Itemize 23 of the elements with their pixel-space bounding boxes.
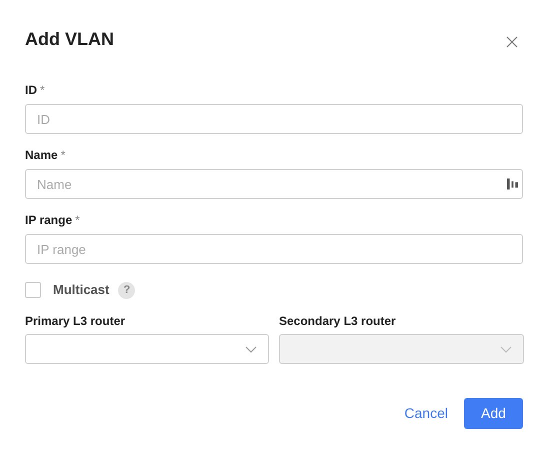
select-label: Primary L3 router [25, 314, 126, 328]
select-label: Secondary L3 router [279, 314, 397, 328]
password-manager-icon[interactable] [507, 178, 518, 190]
help-icon[interactable]: ? [118, 282, 136, 298]
dropdown[interactable] [25, 334, 269, 364]
close-button[interactable] [506, 34, 520, 48]
chevron-down-icon [245, 346, 257, 352]
checkbox-label: Multicast [53, 281, 110, 300]
required-mark: * [40, 83, 45, 97]
input-field[interactable]: Name [25, 169, 523, 199]
input-field[interactable]: ID [25, 104, 523, 134]
dialog-title: Add VLAN [25, 28, 114, 51]
required-mark: * [75, 213, 80, 227]
required-mark: * [60, 148, 66, 162]
cancel-button[interactable]: Cancel [404, 403, 448, 424]
field-label: IP range [25, 213, 72, 227]
multicast-checkbox[interactable] [25, 282, 41, 298]
chevron-down-icon [500, 346, 512, 352]
field-label: ID [25, 83, 37, 97]
add-button[interactable]: Add [464, 398, 523, 429]
close-icon [506, 36, 518, 48]
input-field[interactable]: IP range [25, 234, 523, 264]
field-label: Name [25, 148, 58, 162]
